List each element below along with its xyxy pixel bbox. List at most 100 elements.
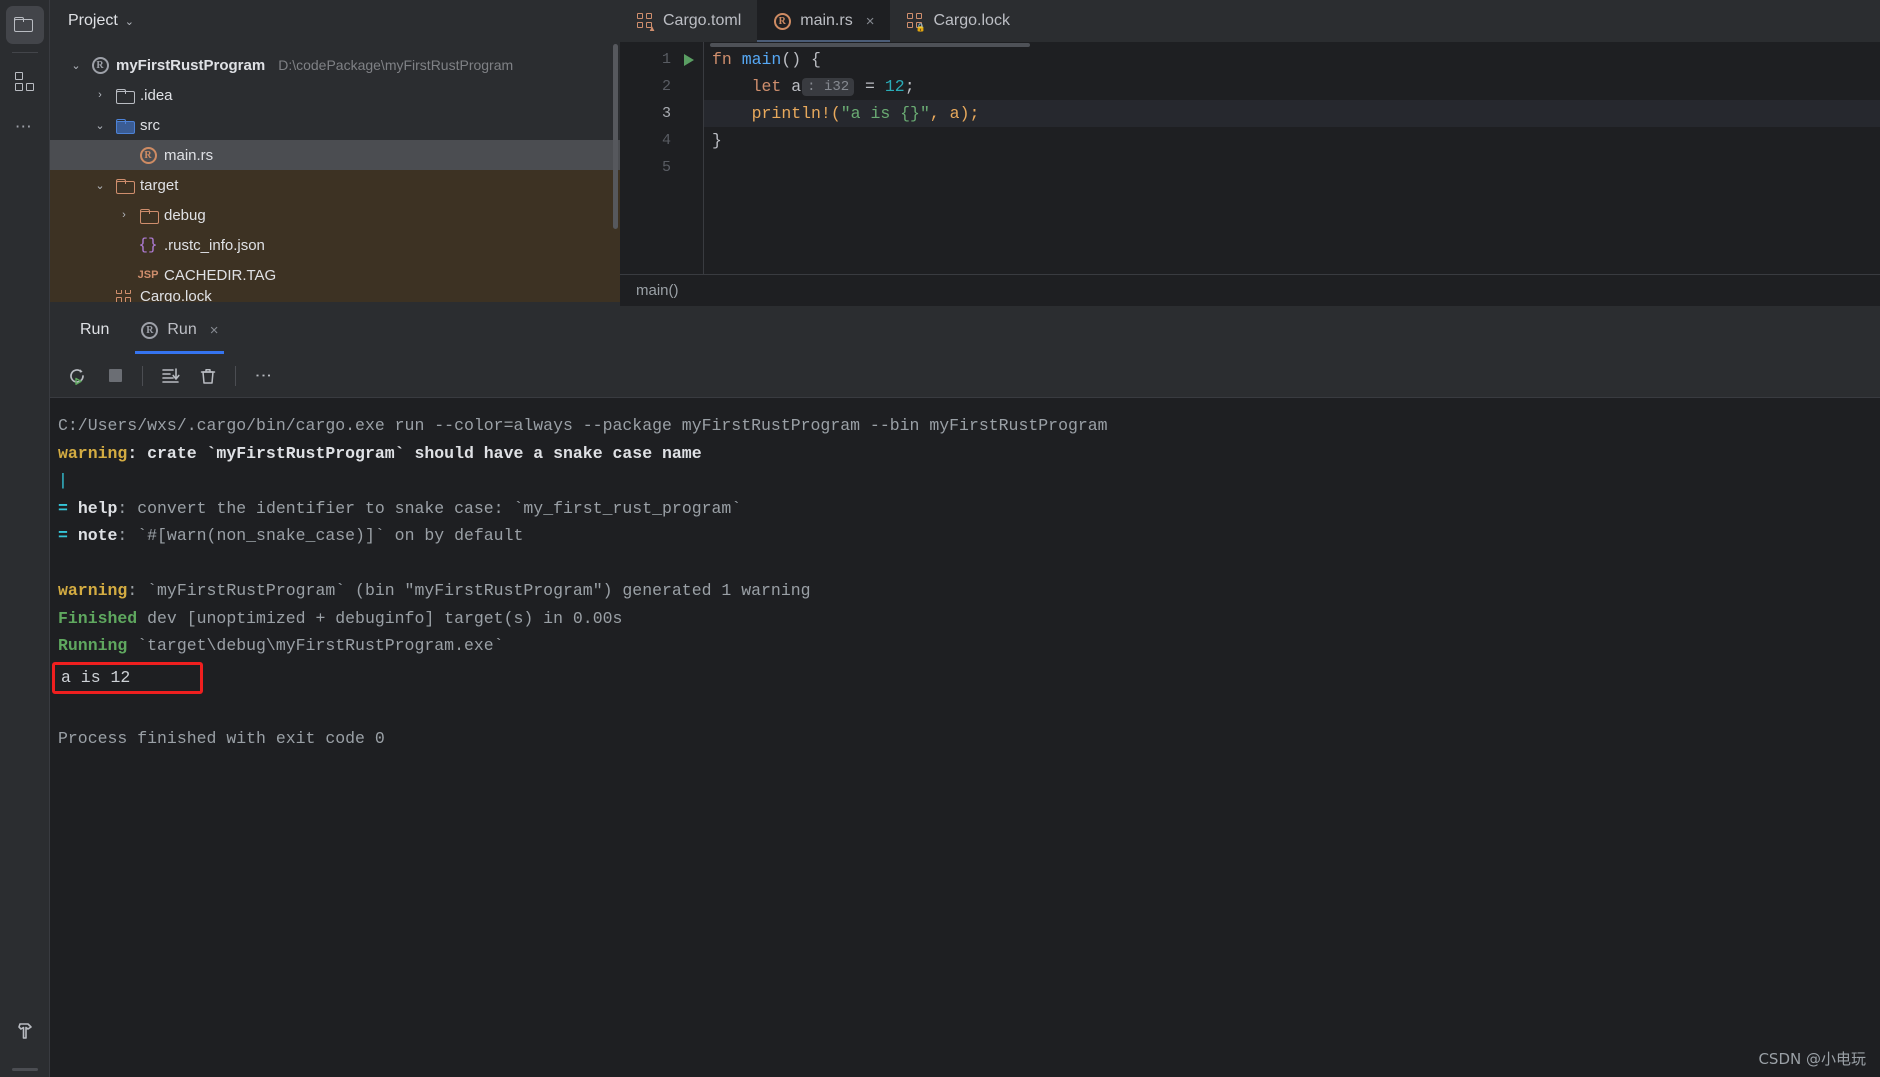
chevron-down-icon[interactable]: ⌄ — [92, 119, 108, 132]
console-blank-1 — [58, 550, 1880, 578]
code-editor[interactable]: 1 2 3 4 5 fn main () {let a: i32 = 12 … — [620, 42, 1880, 274]
tree-item-cachedir-tag[interactable]: › JSP CACHEDIR.TAG — [50, 260, 620, 290]
token-paren: ( — [830, 104, 841, 123]
token-plain: = — [855, 77, 885, 96]
run-gutter-icon[interactable] — [677, 53, 697, 66]
rail-resize-handle[interactable] — [11, 1068, 38, 1071]
token-variable: a — [781, 77, 802, 96]
more-tool-windows-icon: ⋯ — [14, 116, 35, 136]
rail-item-project[interactable] — [5, 6, 44, 44]
ide-window: ⋯ Project ⌄ ⌄ RmyFirstRustProgram D:\codeP… — [0, 0, 1880, 1077]
console-line-warning-2: warning: `myFirstRustProgram` (bin "myFi… — [58, 577, 1880, 605]
console-line-pipe: | — [58, 467, 1880, 495]
token-keyword: let — [751, 77, 782, 96]
trash-icon — [200, 368, 216, 384]
running-text: `target\debug\myFirstRustProgram.exe` — [127, 636, 504, 655]
tree-item-label: .idea — [140, 86, 173, 104]
tree-item-label: src — [140, 116, 160, 134]
activity-rail: ⋯ — [0, 0, 50, 1077]
token-plain: () { — [781, 50, 821, 69]
code-lines[interactable]: fn main() { let a: i32 = 12; println!("a… — [704, 42, 1880, 274]
editor-tab-label: Cargo.lock — [933, 12, 1010, 29]
project-tree-scrollbar[interactable] — [613, 44, 618, 229]
tree-item-label: main.rs — [164, 146, 214, 164]
stop-icon — [108, 369, 122, 382]
editor-breadcrumb[interactable]: main() — [620, 274, 1880, 306]
run-tab-run[interactable]: R Run × — [127, 306, 232, 354]
gutter-line-1: 1 — [620, 46, 703, 73]
chevron-right-icon[interactable]: › — [92, 89, 108, 101]
tree-item-src[interactable]: ⌄ src — [50, 110, 620, 140]
breadcrumb-item-main[interactable]: main() — [636, 282, 679, 299]
chevron-down-icon[interactable]: ⌄ — [68, 59, 84, 72]
rust-project-icon: R — [91, 56, 109, 74]
editor-area: ▲ Cargo.toml Rmain.rs × 🔒 Cargo.lock 1 2 3 4 — [620, 0, 1880, 306]
rail-item-build[interactable] — [6, 1012, 44, 1050]
editor-tab-cargo-lock[interactable]: 🔒 Cargo.lock — [890, 0, 1025, 42]
more-options-button[interactable]: ⋮ — [246, 359, 280, 393]
project-header[interactable]: Project ⌄ — [50, 0, 620, 42]
stop-button[interactable] — [98, 359, 132, 393]
note-eq: = — [58, 526, 68, 545]
build-hammer-icon — [17, 1023, 32, 1039]
editor-tab-label: main.rs — [800, 12, 853, 29]
token-string: "a is {}" — [840, 104, 930, 123]
rail-item-structure[interactable] — [6, 63, 44, 101]
run-tool-window: Run R Run × ⋮ C:/Users/wxs/.cargo/bin/ca… — [50, 306, 1880, 1077]
console-line-running: Running `target\debug\myFirstRustProgram… — [58, 632, 1880, 660]
gutter-line-5: 5 — [620, 154, 703, 181]
finished-text: dev [unoptimized + debuginfo] target(s) … — [137, 608, 623, 628]
folder-orange-icon — [115, 176, 135, 194]
code-line-2: let a: i32 = 12; — [704, 73, 1880, 100]
editor-horizontal-scrollbar[interactable] — [710, 43, 1030, 47]
chevron-right-icon[interactable]: › — [116, 209, 132, 221]
project-folder-icon — [13, 16, 36, 34]
inlay-type-hint[interactable]: : i32 — [802, 77, 855, 96]
help-eq: = — [58, 498, 68, 518]
close-icon[interactable]: × — [866, 13, 875, 30]
chevron-down-icon[interactable]: ⌄ — [125, 15, 134, 28]
structure-icon — [14, 72, 35, 92]
line-number: 4 — [661, 132, 671, 149]
scroll-to-end-button[interactable] — [153, 359, 187, 393]
gutter-line-2: 2 — [620, 73, 703, 100]
editor-tab-cargo-toml[interactable]: ▲ Cargo.toml — [620, 0, 757, 42]
console-line-note: = note: `#[warn(non_snake_case)]` on by … — [58, 522, 1880, 550]
line-number: 1 — [661, 51, 671, 68]
console-line-command: C:/Users/wxs/.cargo/bin/cargo.exe run --… — [58, 416, 1108, 435]
tree-item-myfirstrustprogram[interactable]: ⌄ RmyFirstRustProgram D:\codePackage\myFir… — [50, 50, 620, 80]
run-window-title: Run — [80, 321, 110, 338]
tree-item-main-rs[interactable]: › Rmain.rs — [50, 140, 620, 170]
note-label: note — [77, 526, 118, 545]
token-plain: ; — [904, 77, 915, 96]
run-console[interactable]: C:/Users/wxs/.cargo/bin/cargo.exe run --… — [50, 398, 1880, 1077]
rail-item-more[interactable]: ⋯ — [6, 107, 44, 145]
tree-item-debug[interactable]: › debug — [50, 200, 620, 230]
tree-indent: › — [116, 149, 132, 161]
tree-item--rustc-info-json[interactable]: › {} .rustc_info.json — [50, 230, 620, 260]
run-toolbar: ⋮ — [50, 354, 1880, 398]
csdn-watermark: CSDN @小电玩 — [1758, 1050, 1866, 1068]
tree-item-target[interactable]: ⌄ target — [50, 170, 620, 200]
running-label: Running — [58, 636, 128, 655]
rerun-icon — [70, 368, 84, 385]
tree-item--idea[interactable]: › .idea — [50, 80, 620, 110]
project-title: Project — [68, 12, 118, 29]
note-text: : `#[warn(non_snake_case)]` on by defaul… — [117, 526, 524, 545]
editor-tab-main-rs[interactable]: Rmain.rs × — [757, 0, 891, 42]
token-macro: println! — [751, 104, 831, 123]
run-tabbar: Run R Run × — [50, 306, 1880, 354]
console-line-finished: Finished dev [unoptimized + debuginfo] t… — [58, 605, 1880, 633]
code-line-4: } — [704, 127, 1880, 154]
tree-item-label: target — [140, 176, 179, 194]
chevron-down-icon[interactable]: ⌄ — [92, 179, 108, 192]
tree-indent: › — [116, 269, 132, 281]
close-icon[interactable]: × — [210, 322, 219, 339]
tree-item-cargo-lock[interactable]: › Cargo.lock — [50, 290, 620, 302]
token-number: 12 — [884, 77, 905, 96]
editor-tabbar: ▲ Cargo.toml Rmain.rs × 🔒 Cargo.lock — [620, 0, 1880, 42]
toolbar-divider — [142, 365, 143, 386]
console-blank-2 — [58, 694, 1880, 722]
rerun-button[interactable] — [60, 359, 94, 393]
clear-all-button[interactable] — [191, 359, 225, 393]
